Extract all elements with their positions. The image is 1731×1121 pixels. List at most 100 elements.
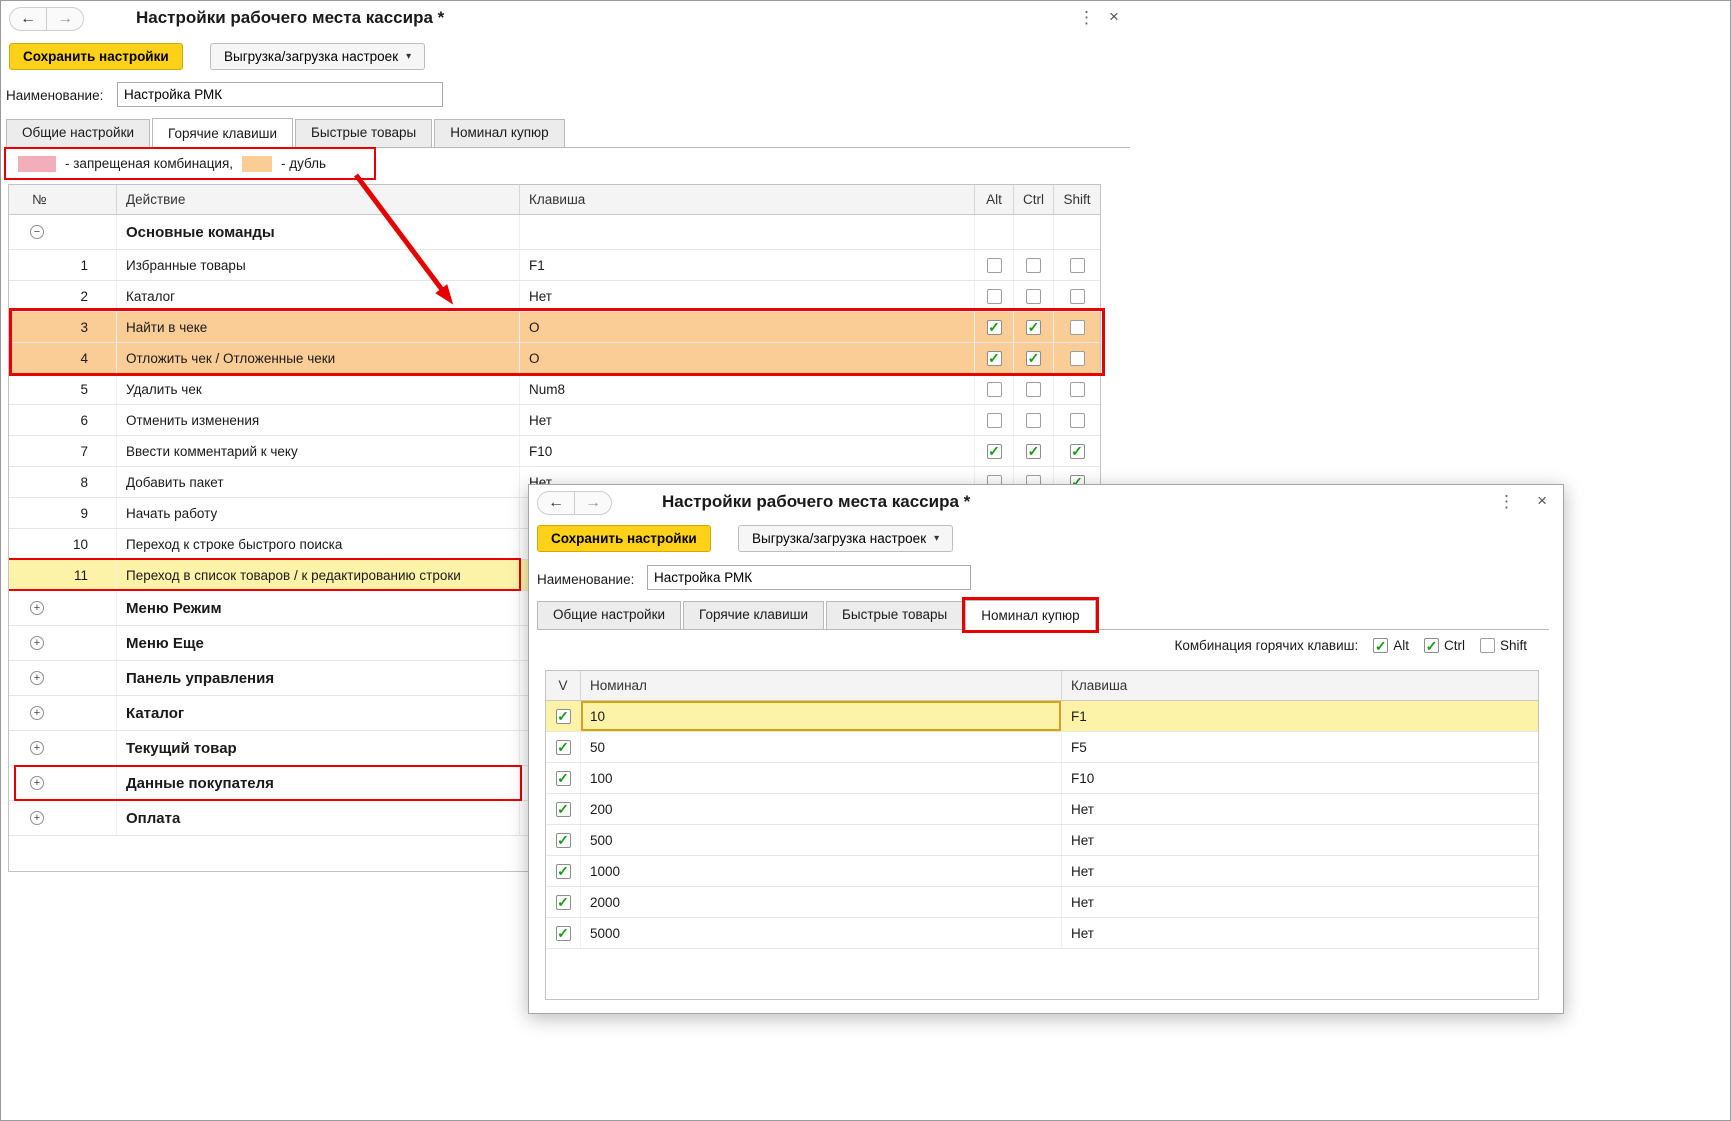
save-settings-button[interactable]: Сохранить настройки bbox=[9, 43, 183, 70]
close-icon[interactable]: × bbox=[1537, 491, 1547, 511]
hotkey-combo-label: Комбинация горячих клавиш: bbox=[1174, 638, 1359, 653]
expand-icon[interactable]: + bbox=[30, 601, 44, 615]
name-input[interactable] bbox=[647, 565, 971, 590]
hotkey-row[interactable]: 7 Ввести комментарий к чеку F10 ✓ ✓ ✓ bbox=[9, 436, 1100, 467]
shift-checkbox[interactable] bbox=[1479, 638, 1495, 653]
column-header-action[interactable]: Действие bbox=[117, 185, 520, 214]
shift-checkbox[interactable] bbox=[1069, 381, 1085, 397]
expand-icon[interactable]: + bbox=[30, 811, 44, 825]
alt-checkbox[interactable] bbox=[986, 288, 1002, 304]
ctrl-checkbox[interactable] bbox=[1026, 381, 1041, 397]
nominal-row[interactable]: ✓ 5000 Нет bbox=[546, 918, 1538, 949]
tab-quick-goods[interactable]: Быстрые товары bbox=[826, 601, 964, 629]
back-button[interactable]: ← bbox=[537, 491, 575, 515]
nominal-row[interactable]: ✓ 1000 Нет bbox=[546, 856, 1538, 887]
action-cell: Избранные товары bbox=[117, 250, 520, 280]
hotkey-combo-option-ctrl[interactable]: ✓ Ctrl bbox=[1423, 638, 1465, 653]
shift-checkbox[interactable] bbox=[1069, 412, 1085, 428]
alt-checkbox[interactable] bbox=[986, 381, 1002, 397]
tab-hotkeys[interactable]: Горячие клавиши bbox=[152, 118, 293, 148]
expand-icon[interactable]: + bbox=[30, 671, 44, 685]
tab-quick-goods[interactable]: Быстрые товары bbox=[295, 119, 433, 147]
alt-checkbox[interactable] bbox=[986, 412, 1002, 428]
column-header-key[interactable]: Клавиша bbox=[1062, 671, 1538, 700]
row-checkbox[interactable]: ✓ bbox=[555, 770, 571, 786]
back-button[interactable]: ← bbox=[9, 7, 47, 31]
export-import-settings-button[interactable]: Выгрузка/загрузка настроек ▾ bbox=[738, 525, 954, 552]
hotkey-row[interactable]: 6 Отменить изменения Нет bbox=[9, 405, 1100, 436]
ctrl-checkbox[interactable]: ✓ bbox=[1423, 638, 1439, 653]
nominal-row[interactable]: ✓ 200 Нет bbox=[546, 794, 1538, 825]
command-group-row[interactable]: − Основные команды bbox=[9, 215, 1100, 250]
row-checkbox[interactable]: ✓ bbox=[555, 801, 571, 817]
column-header-shift[interactable]: Shift bbox=[1054, 185, 1100, 214]
expand-icon[interactable]: + bbox=[30, 706, 44, 720]
hotkey-row[interactable]: 3 Найти в чеке O ✓ ✓ bbox=[9, 312, 1100, 343]
row-checkbox[interactable]: ✓ bbox=[555, 708, 571, 724]
legend: - запрещеная комбинация, - дубль bbox=[4, 147, 376, 180]
row-number: 6 bbox=[9, 405, 117, 435]
shift-checkbox[interactable] bbox=[1069, 257, 1085, 273]
alt-cell: ✓ bbox=[975, 343, 1014, 373]
tab-general[interactable]: Общие настройки bbox=[6, 119, 151, 147]
more-menu-icon[interactable]: ⋮ bbox=[1498, 492, 1515, 512]
tab-general[interactable]: Общие настройки bbox=[537, 601, 682, 629]
ctrl-checkbox[interactable]: ✓ bbox=[1026, 350, 1041, 366]
alt-checkbox[interactable]: ✓ bbox=[986, 319, 1002, 335]
hotkey-row[interactable]: 5 Удалить чек Num8 bbox=[9, 374, 1100, 405]
shift-checkbox[interactable] bbox=[1069, 350, 1085, 366]
alt-checkbox[interactable]: ✓ bbox=[1373, 638, 1389, 653]
shift-checkbox[interactable]: ✓ bbox=[1069, 443, 1085, 459]
ctrl-checkbox[interactable] bbox=[1026, 257, 1041, 273]
row-checkbox[interactable]: ✓ bbox=[555, 863, 571, 879]
alt-checkbox[interactable]: ✓ bbox=[986, 350, 1002, 366]
expand-icon[interactable]: + bbox=[30, 636, 44, 650]
ctrl-checkbox[interactable] bbox=[1026, 288, 1041, 304]
row-checkbox[interactable]: ✓ bbox=[555, 894, 571, 910]
row-checkbox[interactable]: ✓ bbox=[555, 925, 571, 941]
shift-cell bbox=[1054, 250, 1100, 280]
expand-icon[interactable]: + bbox=[30, 741, 44, 755]
tab-denominations[interactable]: Номинал купюр bbox=[434, 119, 565, 147]
shift-checkbox[interactable] bbox=[1069, 288, 1085, 304]
nominal-row[interactable]: ✓ 50 F5 bbox=[546, 732, 1538, 763]
save-settings-button[interactable]: Сохранить настройки bbox=[537, 525, 711, 552]
nominal-row[interactable]: ✓ 2000 Нет bbox=[546, 887, 1538, 918]
nominal-row[interactable]: ✓ 500 Нет bbox=[546, 825, 1538, 856]
name-input[interactable] bbox=[117, 82, 443, 107]
shift-checkbox[interactable] bbox=[1069, 319, 1085, 335]
collapse-icon[interactable]: − bbox=[30, 225, 44, 239]
alt-checkbox[interactable]: ✓ bbox=[986, 443, 1002, 459]
nominal-row[interactable]: ✓ 100 F10 bbox=[546, 763, 1538, 794]
nominal-row[interactable]: ✓ 10 F1 bbox=[546, 701, 1538, 732]
column-header-number[interactable]: № bbox=[9, 185, 117, 214]
export-import-settings-button[interactable]: Выгрузка/загрузка настроек ▾ bbox=[210, 43, 426, 70]
more-menu-icon[interactable]: ⋮ bbox=[1078, 8, 1095, 28]
row-cell: ✓ bbox=[546, 887, 581, 917]
forward-button[interactable]: → bbox=[46, 7, 84, 31]
save-settings-label: Сохранить настройки bbox=[23, 49, 169, 64]
ctrl-checkbox[interactable] bbox=[1026, 412, 1041, 428]
column-header-ctrl[interactable]: Ctrl bbox=[1014, 185, 1054, 214]
tab-hotkeys[interactable]: Горячие клавиши bbox=[683, 601, 824, 629]
hotkey-combo-option-alt[interactable]: ✓ Alt bbox=[1373, 638, 1409, 653]
alt-checkbox[interactable] bbox=[986, 257, 1002, 273]
column-header-nominal[interactable]: Номинал bbox=[581, 671, 1062, 700]
hotkey-row[interactable]: 1 Избранные товары F1 bbox=[9, 250, 1100, 281]
export-import-label: Выгрузка/загрузка настроек bbox=[224, 49, 399, 64]
column-header-checkbox[interactable]: V bbox=[546, 671, 581, 700]
tab-denominations[interactable]: Номинал купюр bbox=[965, 600, 1096, 630]
expand-icon[interactable]: + bbox=[30, 776, 44, 790]
ctrl-checkbox[interactable]: ✓ bbox=[1026, 443, 1041, 459]
column-header-key[interactable]: Клавиша bbox=[520, 185, 975, 214]
ctrl-checkbox[interactable]: ✓ bbox=[1026, 319, 1041, 335]
forward-button[interactable]: → bbox=[574, 491, 612, 515]
hotkey-combo-option-shift[interactable]: Shift bbox=[1479, 638, 1527, 653]
row-checkbox[interactable]: ✓ bbox=[555, 739, 571, 755]
key-cell: Нет bbox=[520, 405, 975, 435]
hotkey-row[interactable]: 2 Каталог Нет bbox=[9, 281, 1100, 312]
close-icon[interactable]: × bbox=[1109, 7, 1119, 27]
column-header-alt[interactable]: Alt bbox=[975, 185, 1014, 214]
row-checkbox[interactable]: ✓ bbox=[555, 832, 571, 848]
hotkey-row[interactable]: 4 Отложить чек / Отложенные чеки O ✓ ✓ bbox=[9, 343, 1100, 374]
